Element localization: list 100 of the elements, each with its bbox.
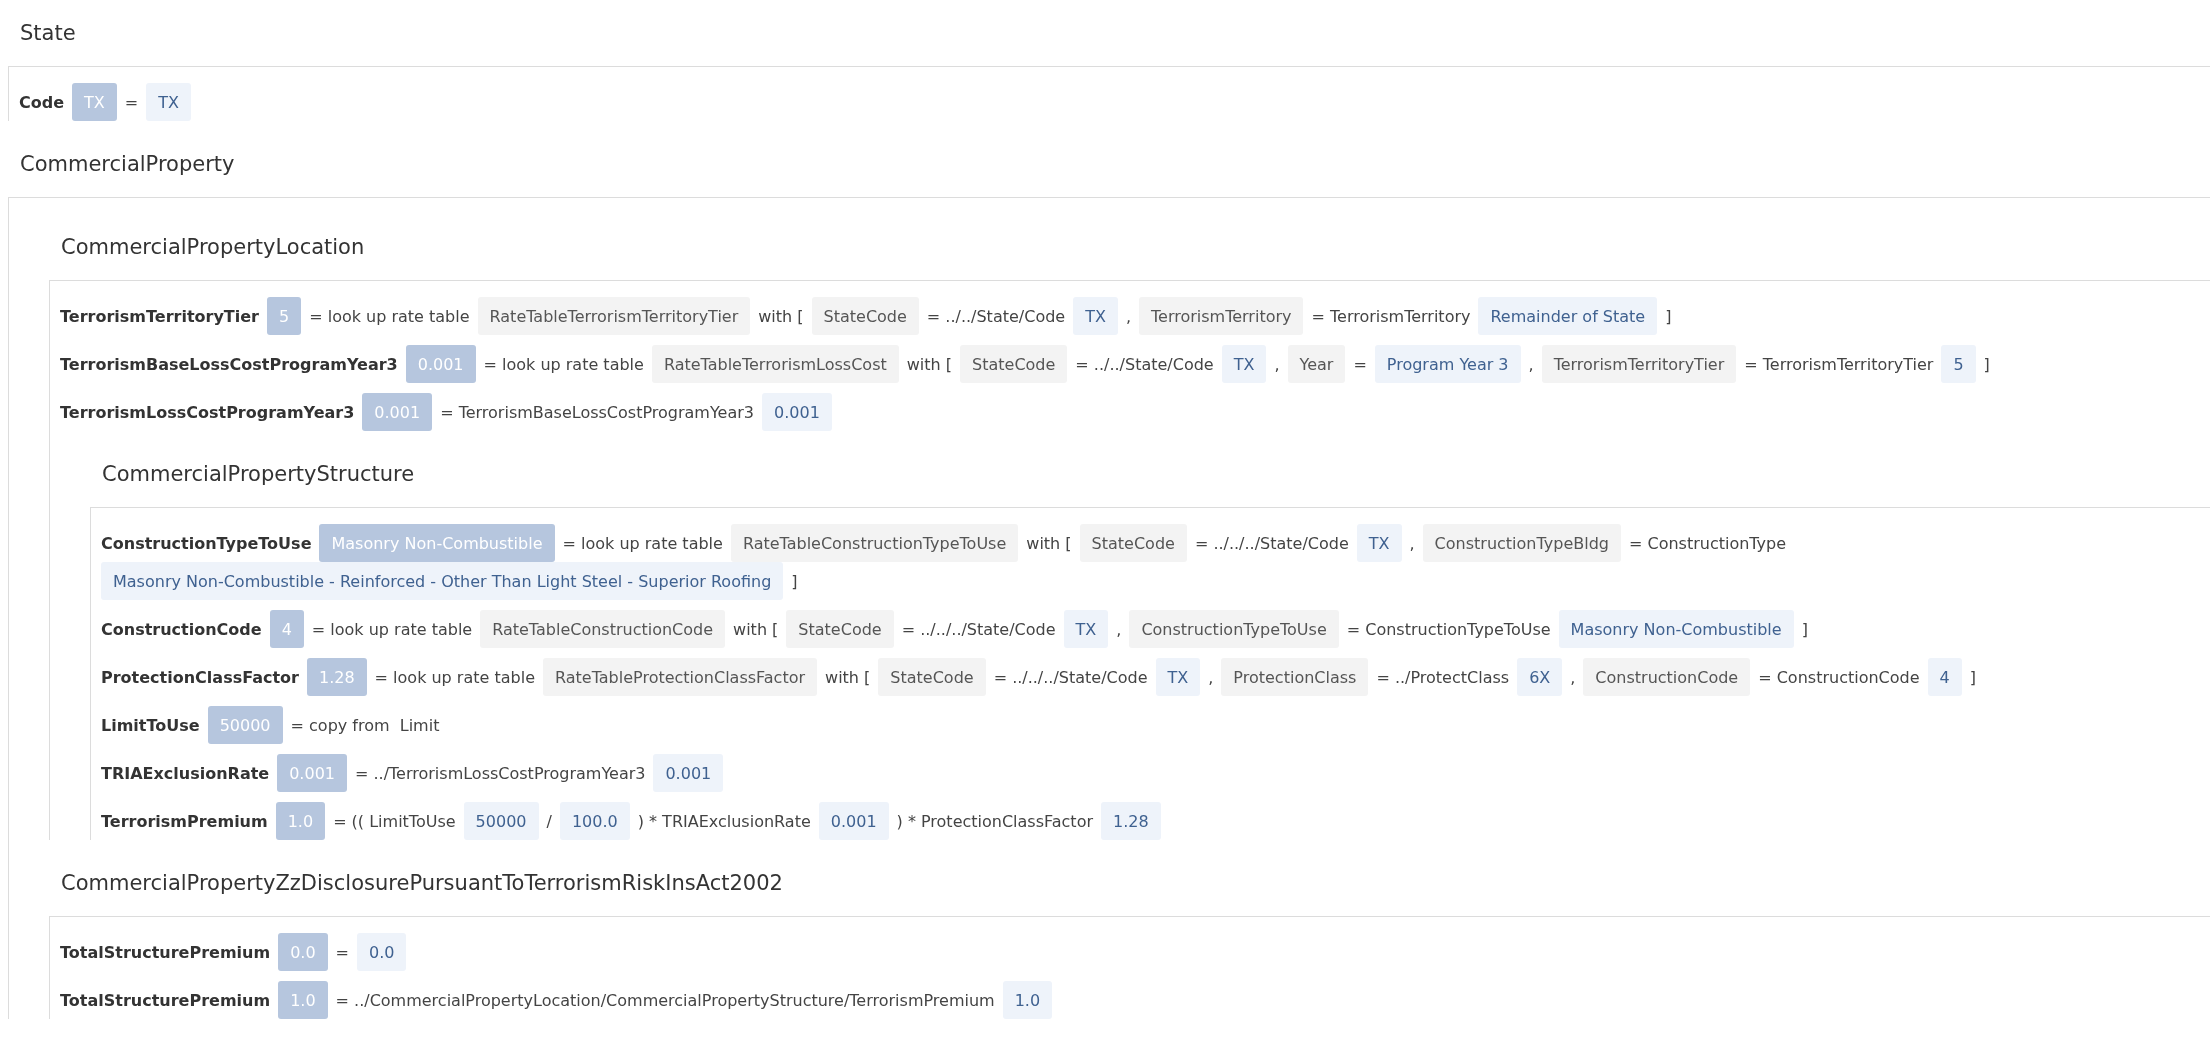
expression-text: with [: [825, 666, 871, 689]
field-name: ConstructionCode: [101, 618, 262, 641]
expression-text: = look up rate table: [311, 618, 473, 641]
field-name: TerrorismPremium: [101, 810, 268, 833]
expression-text: ) * TRIAExclusionRate: [637, 810, 811, 833]
value-chip: Masonry Non-Combustible - Reinforced - Other Than Light Steel - Superior Roofing: [101, 562, 784, 600]
expression-text: ]: [1983, 353, 1990, 376]
expression-text: = ConstructionType: [1628, 532, 1787, 555]
section-title: State: [19, 20, 77, 47]
reference-field: RateTableTerrorismLossCost: [651, 345, 899, 383]
result-value: 0.0: [278, 933, 328, 971]
value-chip: TX: [146, 83, 191, 121]
expression-text: ,: [1125, 305, 1131, 328]
field-name: ProtectionClassFactor: [101, 666, 299, 689]
expression-text: ]: [1801, 618, 1808, 641]
expression-text: with [: [906, 353, 953, 376]
result-value: 50000: [207, 706, 283, 744]
expression-text: =: [335, 941, 349, 964]
reference-field: RateTableProtectionClassFactor: [542, 658, 818, 696]
field-name: TotalStructurePremium: [60, 989, 271, 1012]
expression-text: = ../../../State/Code: [901, 618, 1056, 641]
value-chip: 6X: [1517, 658, 1563, 696]
value-chip: Program Year 3: [1374, 345, 1521, 383]
expression-text: with [: [758, 305, 804, 328]
expression-text: = ../../../State/Code: [993, 666, 1148, 689]
section-title: CommercialPropertyZzDisclosurePursuantToTerrorismRiskInsAct2002: [60, 870, 784, 897]
reference-field: Year: [1287, 345, 1346, 383]
section-title: CommercialProperty: [19, 151, 236, 178]
reference-field: StateCode: [1079, 524, 1187, 562]
field-name: LimitToUse: [101, 714, 200, 737]
reference-field: RateTableTerrorismTerritoryTier: [477, 297, 751, 335]
value-chip: TX: [1356, 524, 1402, 562]
expression-text: ,: [1409, 532, 1415, 555]
reference-field: ConstructionTypeToUse: [1129, 610, 1339, 648]
expression-text: = ConstructionTypeToUse: [1346, 618, 1551, 641]
value-chip: TX: [1063, 610, 1109, 648]
reference-field: RateTableConstructionTypeToUse: [730, 524, 1019, 562]
expression-text: with [: [1026, 532, 1072, 555]
field-name: Code: [19, 91, 65, 114]
expression-text: with [: [733, 618, 779, 641]
value-chip: TX: [1073, 297, 1118, 335]
reference-field: ProtectionClass: [1221, 658, 1369, 696]
field-name: TRIAExclusionRate: [101, 762, 270, 785]
expression-text: = (( LimitToUse: [333, 810, 456, 833]
value-chip: 0.0: [357, 933, 407, 971]
reference-field: StateCode: [786, 610, 894, 648]
reference-field: StateCode: [811, 297, 919, 335]
expression-text: ]: [791, 570, 798, 593]
result-value: 4: [269, 610, 304, 648]
expression-text: = ConstructionCode: [1758, 666, 1920, 689]
section-title: CommercialPropertyLocation: [60, 234, 366, 261]
field-name: ConstructionTypeToUse: [101, 532, 312, 555]
reference-field: ConstructionTypeBldg: [1422, 524, 1621, 562]
expression-text: = ../../State/Code: [926, 305, 1066, 328]
expression-text: =: [124, 91, 139, 114]
field-name: TerrorismBaseLossCostProgramYear3: [60, 353, 398, 376]
value-chip: 50000: [463, 802, 539, 840]
expression-text: = TerrorismTerritoryTier: [1744, 353, 1934, 376]
result-value: 5: [267, 297, 302, 335]
reference-field: StateCode: [878, 658, 986, 696]
expression-text: = ../CommercialPropertyLocation/CommercialPropertyStructure/TerrorismPremium: [335, 989, 995, 1012]
expression-text: = TerrorismBaseLossCostProgramYear3: [440, 401, 754, 424]
value-chip: Remainder of State: [1478, 297, 1658, 335]
value-chip: 1.28: [1101, 802, 1161, 840]
expression-text: = ../TerrorismLossCostProgramYear3: [355, 762, 646, 785]
reference-field: StateCode: [960, 345, 1068, 383]
value-chip: 4: [1927, 658, 1962, 696]
value-chip: 5: [1941, 345, 1976, 383]
reference-field: ConstructionCode: [1583, 658, 1751, 696]
reference-field: TerrorismTerritory: [1139, 297, 1304, 335]
result-value: 0.001: [362, 393, 433, 431]
expression-text: ,: [1274, 353, 1280, 376]
expression-text: ]: [1969, 666, 1976, 689]
expression-text: ,: [1570, 666, 1576, 689]
reference-field: RateTableConstructionCode: [480, 610, 726, 648]
expression-text: ,: [1208, 666, 1214, 689]
expression-text: = ../../../State/Code: [1194, 532, 1349, 555]
value-chip: 0.001: [818, 802, 889, 840]
result-value: 1.0: [275, 802, 326, 840]
expression-text: = look up rate table: [309, 305, 470, 328]
result-value: 1.28: [307, 658, 367, 696]
expression-text: = TerrorismTerritory: [1311, 305, 1471, 328]
value-chip: Masonry Non-Combustible: [1558, 610, 1794, 648]
result-value: Masonry Non-Combustible: [319, 524, 555, 562]
result-value: 0.001: [405, 345, 476, 383]
value-chip: 0.001: [653, 754, 724, 792]
section-title: CommercialPropertyStructure: [101, 461, 416, 488]
reference-field: TerrorismTerritoryTier: [1541, 345, 1737, 383]
field-name: TerrorismLossCostProgramYear3: [60, 401, 355, 424]
value-chip: TX: [1155, 658, 1201, 696]
expression-text: = copy from Limit: [290, 714, 440, 737]
expression-text: /: [546, 810, 552, 833]
value-chip: 0.001: [762, 393, 832, 431]
expression-text: = ../ProtectClass: [1376, 666, 1510, 689]
expression-text: ) * ProtectionClassFactor: [896, 810, 1093, 833]
value-chip: TX: [1221, 345, 1267, 383]
result-value: 1.0: [278, 981, 328, 1019]
expression-text: ,: [1116, 618, 1122, 641]
value-chip: 100.0: [559, 802, 630, 840]
expression-text: = ../../State/Code: [1075, 353, 1214, 376]
